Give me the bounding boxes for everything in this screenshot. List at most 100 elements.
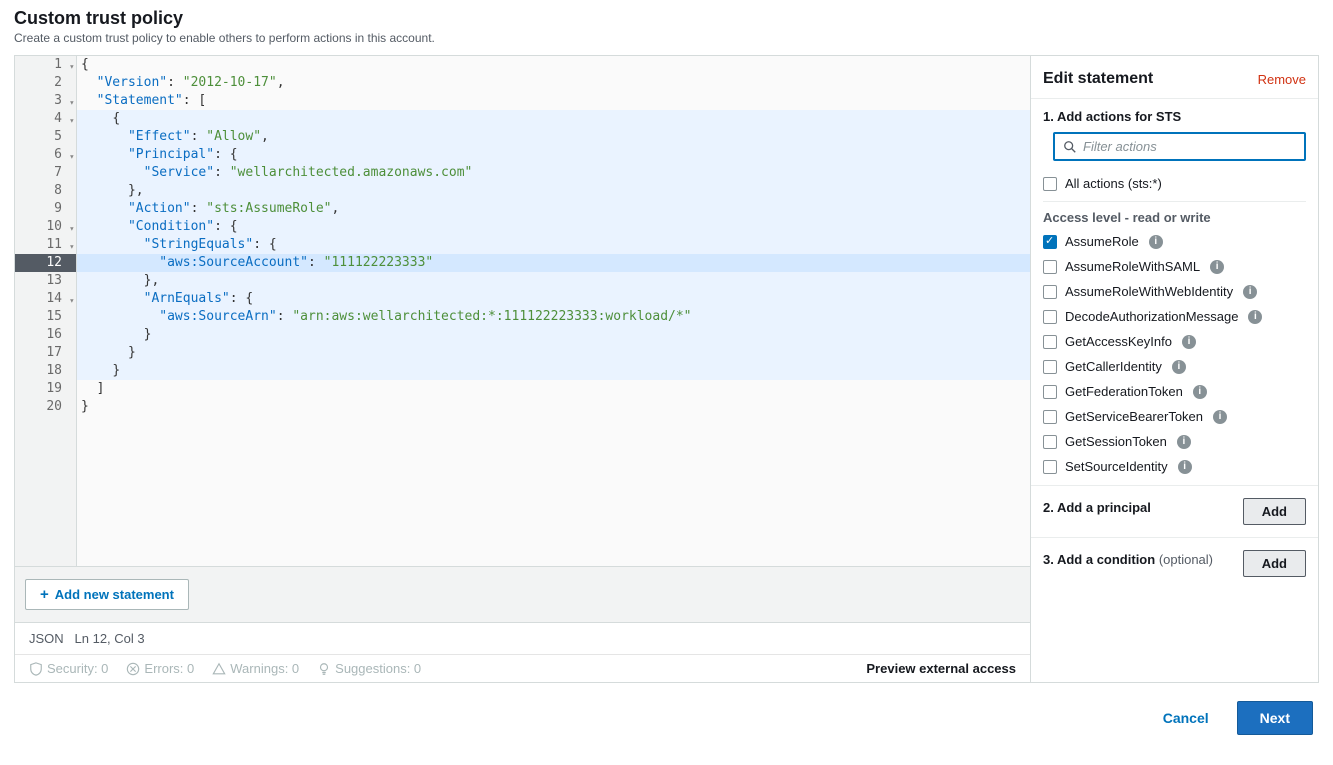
validation-bar: Security: 0 Errors: 0 Warnings: 0 Sugges… [15, 654, 1030, 682]
line-number: 6 [15, 146, 76, 164]
code-line[interactable]: "Version": "2012-10-17", [77, 74, 1030, 92]
page-title: Custom trust policy [14, 8, 1319, 29]
access-level-label: Access level - read or write [1043, 210, 1306, 225]
code-line[interactable]: "StringEquals": { [77, 236, 1030, 254]
lightbulb-icon [317, 662, 331, 676]
action-label: SetSourceIdentity [1065, 459, 1168, 474]
code-line[interactable]: "Action": "sts:AssumeRole", [77, 200, 1030, 218]
line-number: 2 [15, 74, 76, 92]
info-icon[interactable]: i [1243, 285, 1257, 299]
line-number: 15 [15, 308, 76, 326]
code-line[interactable]: "ArnEquals": { [77, 290, 1030, 308]
code-line[interactable]: "Principal": { [77, 146, 1030, 164]
action-label: GetServiceBearerToken [1065, 409, 1203, 424]
line-number: 16 [15, 326, 76, 344]
action-row[interactable]: AssumeRoleWithWebIdentity i [1043, 279, 1306, 304]
action-checkbox[interactable] [1043, 310, 1057, 324]
info-icon[interactable]: i [1213, 410, 1227, 424]
action-checkbox[interactable] [1043, 285, 1057, 299]
line-number: 14 [15, 290, 76, 308]
add-condition-button[interactable]: Add [1243, 550, 1306, 577]
action-row[interactable]: GetFederationTokeni [1043, 379, 1306, 404]
action-label: GetAccessKeyInfo [1065, 334, 1172, 349]
code-line[interactable]: "aws:SourceArn": "arn:aws:wellarchitecte… [77, 308, 1030, 326]
code-line[interactable]: "Service": "wellarchitected.amazonaws.co… [77, 164, 1030, 182]
action-checkbox[interactable] [1043, 385, 1057, 399]
info-icon[interactable]: i [1210, 260, 1224, 274]
code-line[interactable]: { [77, 110, 1030, 128]
action-row[interactable]: AssumeRole i [1043, 229, 1306, 254]
action-checkbox[interactable] [1043, 435, 1057, 449]
info-icon[interactable]: i [1149, 235, 1163, 249]
action-label: GetSessionToken [1065, 434, 1167, 449]
code-line[interactable]: "Condition": { [77, 218, 1030, 236]
action-label: AssumeRole [1065, 234, 1139, 249]
code-line[interactable]: ] [77, 380, 1030, 398]
action-label: GetCallerIdentity [1065, 359, 1162, 374]
error-icon [126, 662, 140, 676]
editor-language: JSON [29, 631, 64, 646]
code-line[interactable]: "Statement": [ [77, 92, 1030, 110]
suggestions-count: Suggestions: 0 [317, 661, 421, 676]
action-row[interactable]: DecodeAuthorizationMessagei [1043, 304, 1306, 329]
action-label: AssumeRoleWithWebIdentity [1065, 284, 1233, 299]
info-icon[interactable]: i [1193, 385, 1207, 399]
code-line[interactable]: "aws:SourceAccount": "111122223333" [77, 254, 1030, 272]
preview-external-access-link[interactable]: Preview external access [866, 661, 1016, 676]
code-line[interactable]: }, [77, 182, 1030, 200]
json-editor[interactable]: 1234567891011121314151617181920 { "Versi… [15, 56, 1030, 566]
add-principal-button[interactable]: Add [1243, 498, 1306, 525]
filter-actions-input[interactable] [1083, 139, 1296, 154]
edit-statement-title: Edit statement [1043, 70, 1153, 88]
code-line[interactable]: } [77, 326, 1030, 344]
line-number: 3 [15, 92, 76, 110]
add-new-statement-button[interactable]: + Add new statement [25, 579, 189, 610]
info-icon[interactable]: i [1172, 360, 1186, 374]
action-row[interactable]: SetSourceIdentity i [1043, 454, 1306, 479]
page-subtitle: Create a custom trust policy to enable o… [14, 31, 1319, 45]
code-line[interactable]: "Effect": "Allow", [77, 128, 1030, 146]
all-actions-checkbox[interactable] [1043, 177, 1057, 191]
line-number: 5 [15, 128, 76, 146]
code-line[interactable]: }, [77, 272, 1030, 290]
code-line[interactable]: { [77, 56, 1030, 74]
remove-statement-link[interactable]: Remove [1258, 72, 1306, 87]
section-3-title: 3. Add a condition (optional) [1043, 552, 1213, 567]
action-row[interactable]: GetCallerIdentity i [1043, 354, 1306, 379]
all-actions-row[interactable]: All actions (sts:*) [1043, 171, 1306, 202]
filter-actions-field[interactable] [1053, 132, 1306, 161]
info-icon[interactable]: i [1248, 310, 1262, 324]
editor-status-bar: JSON Ln 12, Col 3 [15, 622, 1030, 654]
line-number: 12 [15, 254, 76, 272]
next-button[interactable]: Next [1237, 701, 1313, 735]
line-number: 20 [15, 398, 76, 416]
code-line[interactable]: } [77, 344, 1030, 362]
action-checkbox[interactable] [1043, 235, 1057, 249]
line-number: 8 [15, 182, 76, 200]
action-checkbox[interactable] [1043, 335, 1057, 349]
cursor-position: Ln 12, Col 3 [75, 631, 145, 646]
shield-icon [29, 662, 43, 676]
action-checkbox[interactable] [1043, 360, 1057, 374]
action-row[interactable]: GetAccessKeyInfo i [1043, 329, 1306, 354]
action-checkbox[interactable] [1043, 410, 1057, 424]
code-line[interactable]: } [77, 362, 1030, 380]
info-icon[interactable]: i [1178, 460, 1192, 474]
line-number: 13 [15, 272, 76, 290]
action-row[interactable]: GetSessionToken i [1043, 429, 1306, 454]
page-header: Custom trust policy Create a custom trus… [14, 8, 1319, 56]
security-count: Security: 0 [29, 661, 108, 676]
section-2-title: 2. Add a principal [1043, 500, 1151, 515]
info-icon[interactable]: i [1177, 435, 1191, 449]
action-checkbox[interactable] [1043, 260, 1057, 274]
cancel-button[interactable]: Cancel [1149, 701, 1223, 735]
search-icon [1063, 140, 1077, 154]
code-line[interactable]: } [77, 398, 1030, 416]
line-number: 9 [15, 200, 76, 218]
action-row[interactable]: GetServiceBearerToken i [1043, 404, 1306, 429]
action-row[interactable]: AssumeRoleWithSAMLi [1043, 254, 1306, 279]
action-checkbox[interactable] [1043, 460, 1057, 474]
line-number: 11 [15, 236, 76, 254]
info-icon[interactable]: i [1182, 335, 1196, 349]
warnings-count: Warnings: 0 [212, 661, 299, 676]
